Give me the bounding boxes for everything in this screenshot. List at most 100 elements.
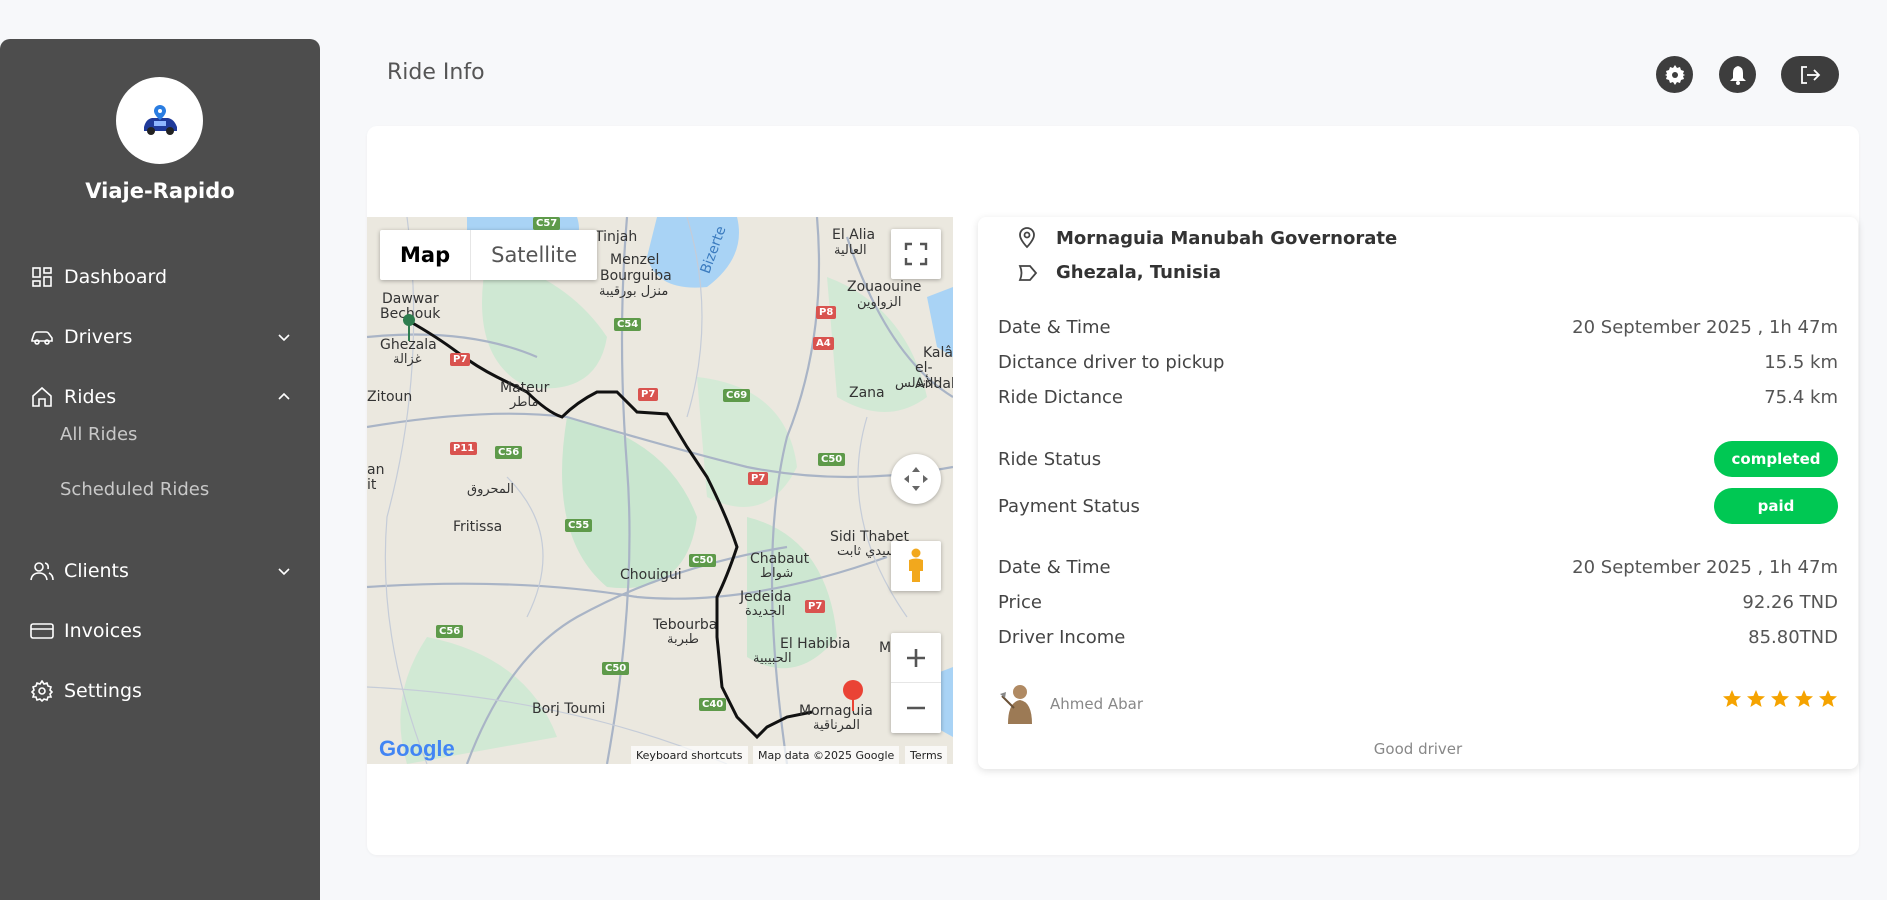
sidebar-item-label: Dashboard: [64, 266, 168, 288]
road-shield: C50: [602, 662, 630, 675]
pegman-icon: [909, 548, 923, 582]
map-label-chabaut-ar: شواط: [760, 566, 794, 581]
map-label-kalaa: Kalâa: [923, 345, 953, 361]
zoom-out-button[interactable]: [891, 683, 941, 733]
ride-details-panel: Mornaguia Manubah Governorate Ghezala, T…: [978, 217, 1858, 769]
road-shield: C57: [533, 217, 561, 230]
brand-name: Viaje-Rapido: [85, 179, 235, 203]
logout-icon: [1801, 65, 1821, 84]
chevron-down-icon: [276, 563, 292, 579]
minus-icon: [907, 706, 925, 710]
map-type-satellite-button[interactable]: Satellite: [470, 230, 597, 280]
sidebar-item-invoices[interactable]: Invoices: [30, 611, 292, 651]
detail-value: 85.80TND: [1748, 627, 1838, 648]
map-label-chouigui: Chouigui: [620, 567, 682, 583]
map-type-control: Map Satellite: [380, 230, 598, 280]
detail-row: Price 92.26 TND: [998, 592, 1838, 613]
app-logo[interactable]: [116, 77, 203, 164]
review-text: Good driver: [1373, 740, 1463, 758]
detail-value: 20 September 2025 , 1h 47m: [1572, 317, 1838, 338]
map-label-borj-toumi: Borj Toumi: [532, 701, 606, 717]
map-label-zitoun: Zitoun: [367, 389, 413, 405]
pickup-address: Mornaguia Manubah Governorate: [1056, 227, 1398, 249]
google-logo: Google: [379, 736, 455, 761]
plus-icon: [907, 648, 925, 667]
map-label-m: M: [879, 640, 892, 656]
car-logo-icon: [143, 104, 177, 135]
settings-button[interactable]: [1656, 56, 1693, 93]
detail-label: Ride Status: [998, 448, 1102, 470]
detail-label: Driver Income: [998, 627, 1126, 648]
map-label-mateur: Mateur: [500, 380, 550, 396]
road-shield: C69: [723, 389, 751, 402]
sidebar-item-dashboard[interactable]: Dashboard: [30, 257, 292, 297]
route-map[interactable]: Tinjah Menzel Bourguiba منزل بورقيبة Biz…: [367, 217, 953, 764]
map-label-jedeida-ar: الجديدة: [745, 604, 786, 619]
driver-name: Ahmed Abar: [1050, 695, 1144, 713]
road-shield: P8: [816, 306, 837, 319]
logout-button[interactable]: [1781, 56, 1839, 93]
keyboard-shortcuts-link[interactable]: Keyboard shortcuts: [631, 746, 748, 764]
car-icon: [30, 325, 54, 349]
star-icon: [1771, 690, 1789, 707]
detail-label: Payment Status: [998, 495, 1140, 517]
detail-label: Dictance driver to pickup: [998, 352, 1225, 373]
detail-label: Price: [998, 592, 1042, 613]
road-shield: P11: [450, 442, 478, 455]
ride-status-row: Ride Status completed: [998, 441, 1838, 477]
detail-label: Date & Time: [998, 557, 1111, 578]
terms-link[interactable]: Terms: [905, 746, 948, 764]
street-view-button[interactable]: [891, 541, 941, 591]
gear-icon: [1664, 64, 1685, 85]
avatar[interactable]: [1000, 682, 1038, 726]
sidebar-subitem-scheduled-rides[interactable]: Scheduled Rides: [60, 479, 209, 500]
detail-value: 15.5 km: [1764, 352, 1838, 373]
map-label-fritissa: Fritissa: [453, 519, 503, 535]
fullscreen-button[interactable]: [891, 229, 941, 279]
map-label-jedeida: Jedeida: [740, 589, 792, 605]
map-label-mornaguia-ar: المرناقية: [813, 718, 860, 733]
card-icon: [30, 619, 54, 643]
sidebar-subitem-all-rides[interactable]: All Rides: [60, 424, 137, 445]
road-shield: P7: [748, 472, 769, 485]
map-label-mahrouk: المحروق: [467, 482, 515, 497]
map-label-tebourba-ar: طبربة: [667, 632, 700, 647]
sidebar-item-rides[interactable]: Rides: [30, 377, 292, 417]
map-label-zouaouine: Zouaouine: [847, 279, 922, 295]
road-shield: P7: [638, 388, 659, 401]
users-icon: [30, 559, 54, 583]
map-label-an: an: [367, 462, 385, 478]
map-label-chabaut: Chabaut: [750, 551, 810, 567]
map-label-el-alia: El Alia: [832, 227, 876, 243]
dropoff-address: Ghezala, Tunisia: [1056, 262, 1221, 283]
map-label-el-andal-ar: الأندلس: [895, 376, 938, 391]
detail-row: Dictance driver to pickup 15.5 km: [998, 352, 1838, 373]
chevron-up-icon: [276, 389, 292, 405]
map-type-map-button[interactable]: Map: [380, 230, 470, 280]
notifications-button[interactable]: [1719, 56, 1756, 93]
fullscreen-icon: [904, 242, 928, 266]
camera-control-button[interactable]: [891, 454, 941, 504]
driver-info: Ahmed Abar: [1000, 682, 1143, 726]
road-shield: C54: [614, 318, 642, 331]
pickup-marker-icon[interactable]: [402, 313, 416, 343]
map-data-attribution: Map data ©2025 Google: [753, 746, 900, 764]
sidebar-item-settings[interactable]: Settings: [30, 671, 292, 711]
detail-row: Ride Dictance 75.4 km: [998, 387, 1838, 408]
map-label-el-habibia-ar: الحبيبية: [753, 651, 792, 666]
zoom-in-button[interactable]: [891, 633, 941, 683]
payment-status-row: Payment Status paid: [998, 488, 1838, 524]
dropoff-marker-icon[interactable]: [842, 679, 864, 713]
detail-value: 92.26 TND: [1742, 592, 1838, 613]
map-label-dawwar: Dawwar: [382, 291, 439, 307]
page-title: Ride Info: [387, 60, 485, 85]
sidebar-item-label: Rides: [64, 386, 117, 408]
detail-value: 20 September 2025 , 1h 47m: [1572, 557, 1838, 578]
sidebar-item-label: Clients: [64, 560, 129, 582]
gear-icon: [30, 679, 54, 703]
payment-status-badge: paid: [1714, 488, 1838, 524]
bell-icon: [1729, 65, 1746, 85]
map-label-menzel-ar: منزل بورقيبة: [599, 284, 669, 299]
sidebar-item-clients[interactable]: Clients: [30, 551, 292, 591]
sidebar-item-drivers[interactable]: Drivers: [30, 317, 292, 357]
